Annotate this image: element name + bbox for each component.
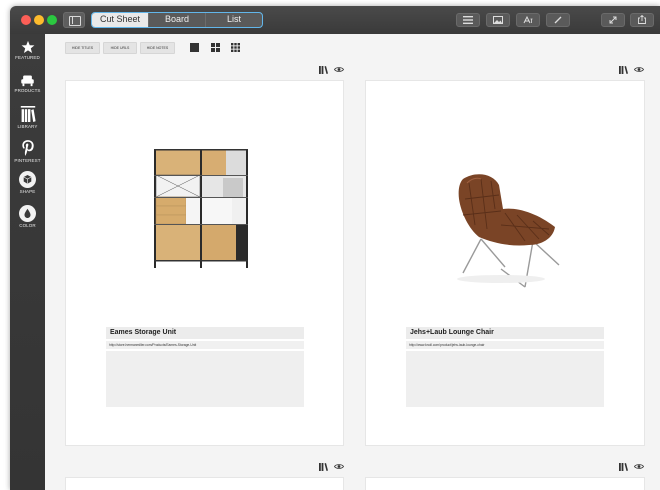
library-icon[interactable] [319, 65, 328, 74]
product-card[interactable] [65, 477, 344, 490]
share-icon [638, 14, 646, 24]
card-notes-field[interactable] [106, 351, 304, 407]
card-notes-field[interactable] [406, 351, 604, 407]
list-icon [463, 16, 473, 24]
resize-button[interactable] [601, 13, 625, 27]
rail-item-library[interactable]: LIBRARY [10, 105, 45, 129]
rail-label-products: PRODUCTS [14, 88, 41, 93]
hide-notes-button[interactable]: HIDE NOTES [140, 42, 175, 54]
rail-item-color[interactable]: COLOR [10, 205, 45, 228]
card-toolbar [310, 65, 350, 74]
rail-label-library: LIBRARY [17, 124, 38, 129]
card-toolbar [610, 462, 650, 471]
card-url[interactable]: http://www.knoll.com/product/jehs-laub-l… [406, 341, 604, 349]
rail-label-shape: SHAPE [19, 189, 36, 194]
pencil-icon [554, 16, 562, 24]
sidebar-toggle-button[interactable] [63, 12, 85, 28]
share-button[interactable] [630, 13, 654, 27]
product-card[interactable]: Jehs+Laub Lounge Chair http://www.knoll.… [365, 80, 645, 446]
product-image-lounge-chair [457, 174, 560, 288]
rail-item-shape[interactable]: SHAPE [10, 171, 45, 194]
star-icon [21, 40, 34, 53]
text-style-button[interactable] [516, 13, 540, 27]
text-icon [523, 15, 533, 24]
rail-label-pinterest: PINTEREST [14, 158, 41, 163]
zoom-window-button[interactable] [47, 15, 57, 25]
pinterest-icon [21, 140, 34, 156]
list-view-button[interactable] [456, 13, 480, 27]
eye-icon[interactable] [634, 463, 644, 470]
view-mode-segmented-control: Cut Sheet Board List [91, 12, 263, 28]
hide-urls-button[interactable]: HIDE URLS [103, 42, 137, 54]
rail-item-products[interactable]: PRODUCTS [10, 74, 45, 93]
minimize-window-button[interactable] [34, 15, 44, 25]
card-title[interactable]: Eames Storage Unit [106, 327, 304, 339]
title-bar: Cut Sheet Board List [10, 6, 660, 34]
books-icon [20, 106, 36, 122]
sofa-icon [21, 75, 34, 87]
three-column-view-icon[interactable] [231, 43, 240, 52]
cube-icon [19, 171, 36, 188]
tab-board[interactable]: Board [149, 13, 206, 27]
rail-label-color: COLOR [19, 223, 36, 228]
rail-item-featured[interactable]: FEATURED [10, 40, 45, 60]
single-column-view-icon[interactable] [190, 43, 199, 52]
category-rail: FEATURED PRODUCTS LIBRARY PINTEREST SHAP… [10, 34, 45, 490]
hide-titles-button[interactable]: HIDE TITLES [65, 42, 100, 54]
cut-sheet-canvas: HIDE TITLES HIDE URLS HIDE NOTES Eames S… [45, 34, 660, 490]
droplet-icon [19, 205, 36, 222]
library-icon[interactable] [619, 462, 628, 471]
library-icon[interactable] [319, 462, 328, 471]
card-toolbar [610, 65, 650, 74]
eye-icon[interactable] [334, 463, 344, 470]
eye-icon[interactable] [634, 66, 644, 73]
card-toolbar [310, 462, 350, 471]
two-column-view-icon[interactable] [211, 43, 220, 52]
app-window: Cut Sheet Board List FEATURED PRODUCTS L… [10, 6, 660, 490]
tab-list[interactable]: List [206, 13, 262, 27]
rail-item-pinterest[interactable]: PINTEREST [10, 139, 45, 163]
card-url[interactable]: http://store.hermanmiller.com/Products/E… [106, 341, 304, 349]
product-card[interactable] [365, 477, 645, 490]
eye-icon[interactable] [334, 66, 344, 73]
product-image-storage-unit [154, 149, 248, 268]
resize-icon [609, 16, 617, 24]
rail-label-featured: FEATURED [15, 55, 40, 60]
close-window-button[interactable] [21, 15, 31, 25]
image-icon [493, 16, 503, 24]
edit-button[interactable] [546, 13, 570, 27]
product-card[interactable]: Eames Storage Unit http://store.hermanmi… [65, 80, 344, 446]
image-button[interactable] [486, 13, 510, 27]
card-title[interactable]: Jehs+Laub Lounge Chair [406, 327, 604, 339]
tab-cut-sheet[interactable]: Cut Sheet [92, 13, 149, 27]
library-icon[interactable] [619, 65, 628, 74]
